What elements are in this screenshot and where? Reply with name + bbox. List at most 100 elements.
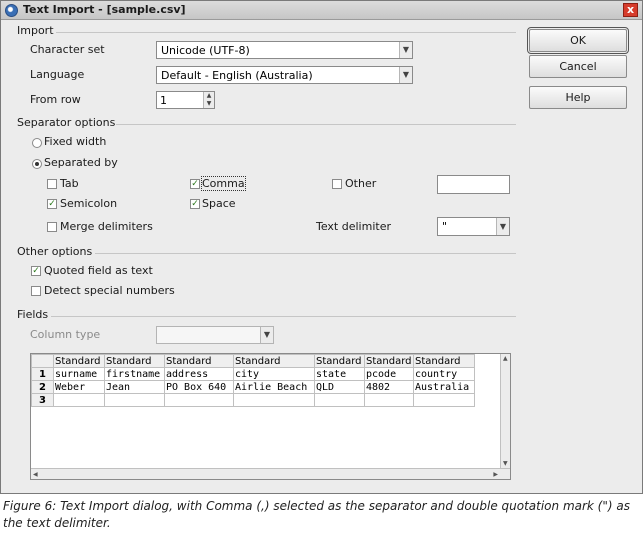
chevron-down-icon[interactable]: ▼ [399,42,412,58]
row-number[interactable]: 3 [31,393,54,407]
space-checkbox[interactable]: ✓ [190,199,200,209]
column-type-dropdown[interactable]: ▼ [156,326,274,344]
table-cell[interactable]: firstname [104,367,165,381]
table-cell[interactable] [364,393,414,407]
from-row-label: From row [30,93,81,106]
table-row: 2 Weber Jean PO Box 640 Airlie Beach QLD… [31,380,475,394]
column-header[interactable]: Standard [53,354,105,368]
table-cell[interactable]: Airlie Beach [233,380,315,394]
fixed-width-label: Fixed width [44,135,107,148]
other-options-divider [95,253,516,254]
table-row: 3 [31,393,475,407]
table-cell[interactable]: country [413,367,475,381]
scroll-down-icon[interactable]: ▼ [503,460,508,467]
column-type-label: Column type [30,328,101,341]
language-label: Language [30,68,85,81]
fields-divider [51,316,516,317]
other-checkbox[interactable] [332,179,342,189]
character-set-value: Unicode (UTF-8) [161,44,250,57]
separator-options-section-label: Separator options [17,116,116,129]
close-icon[interactable]: x [623,3,638,17]
detect-special-numbers-label: Detect special numbers [44,284,175,297]
window-title: Text Import - [sample.csv] [23,3,186,16]
table-cell[interactable]: pcode [364,367,414,381]
table-cell[interactable]: state [314,367,365,381]
chevron-down-icon[interactable]: ▼ [496,218,509,235]
horizontal-scrollbar[interactable]: ◀ ▶ [31,468,510,479]
column-header[interactable]: Standard [314,354,365,368]
quoted-field-label: Quoted field as text [44,264,153,277]
import-section-label: Import [17,24,54,37]
language-dropdown[interactable]: Default - English (Australia) ▼ [156,66,413,84]
semicolon-checkbox[interactable]: ✓ [47,199,57,209]
app-icon [5,4,18,17]
detect-special-numbers-checkbox[interactable] [31,286,41,296]
preview-table: Standard Standard Standard Standard Stan… [31,354,475,407]
fixed-width-radio[interactable] [32,138,42,148]
table-row: 1 surname firstname address city state p… [31,367,475,381]
character-set-label: Character set [30,43,105,56]
table-cell[interactable] [413,393,475,407]
quoted-field-checkbox[interactable]: ✓ [31,266,41,276]
column-header[interactable]: Standard [413,354,475,368]
fields-preview-grid[interactable]: Standard Standard Standard Standard Stan… [30,353,511,480]
column-header[interactable]: Standard [104,354,165,368]
help-button[interactable]: Help [529,86,627,109]
table-cell[interactable]: QLD [314,380,365,394]
merge-delimiters-label: Merge delimiters [60,220,153,233]
ok-button[interactable]: OK [527,27,629,54]
separated-by-label: Separated by [44,156,118,169]
character-set-dropdown[interactable]: Unicode (UTF-8) ▼ [156,41,413,59]
column-header[interactable]: Standard [164,354,234,368]
title-bar: Text Import - [sample.csv] x [1,1,642,20]
tab-label: Tab [60,177,79,190]
text-delimiter-label: Text delimiter [316,220,391,233]
separated-by-radio[interactable] [32,159,42,169]
spin-up-icon[interactable]: ▲ [203,92,214,100]
table-cell[interactable]: address [164,367,234,381]
table-cell[interactable]: city [233,367,315,381]
table-cell[interactable]: Australia [413,380,475,394]
other-separator-input[interactable] [437,175,510,194]
from-row-spinner[interactable]: 1 ▲ ▼ [156,91,215,109]
column-header[interactable]: Standard [233,354,315,368]
table-header-row: Standard Standard Standard Standard Stan… [31,354,475,368]
column-header[interactable]: Standard [364,354,414,368]
language-value: Default - English (Australia) [161,69,313,82]
comma-label: Comma [201,176,246,191]
separator-divider [116,124,516,125]
vertical-scrollbar[interactable]: ▲ ▼ [500,354,510,468]
scroll-up-icon[interactable]: ▲ [503,355,508,362]
comma-checkbox[interactable]: ✓ [190,179,200,189]
chevron-down-icon[interactable]: ▼ [260,327,273,343]
text-delimiter-dropdown[interactable]: " ▼ [437,217,510,236]
chevron-down-icon[interactable]: ▼ [399,67,412,83]
table-cell[interactable]: PO Box 640 [164,380,234,394]
row-number[interactable]: 1 [31,367,54,381]
scroll-right-icon[interactable]: ▶ [493,471,498,478]
table-cell[interactable]: surname [53,367,105,381]
fields-section-label: Fields [17,308,49,321]
table-cell[interactable] [164,393,234,407]
space-label: Space [202,197,236,210]
semicolon-label: Semicolon [60,197,118,210]
table-cell[interactable]: 4802 [364,380,414,394]
scroll-left-icon[interactable]: ◀ [33,471,38,478]
table-cell[interactable]: Weber [53,380,105,394]
table-cell[interactable] [233,393,315,407]
text-delimiter-value: " [442,220,448,233]
table-cell[interactable] [104,393,165,407]
from-row-value: 1 [160,94,167,107]
table-cell[interactable]: Jean [104,380,165,394]
table-cell[interactable] [314,393,365,407]
import-divider [56,32,516,33]
other-label: Other [345,177,377,190]
row-number[interactable]: 2 [31,380,54,394]
spin-down-icon[interactable]: ▼ [203,100,214,108]
table-cell[interactable] [53,393,105,407]
other-options-section-label: Other options [17,245,93,258]
text-import-dialog: Text Import - [sample.csv] x Import Char… [0,0,643,494]
cancel-button[interactable]: Cancel [529,55,627,78]
merge-delimiters-checkbox[interactable] [47,222,57,232]
tab-checkbox[interactable] [47,179,57,189]
